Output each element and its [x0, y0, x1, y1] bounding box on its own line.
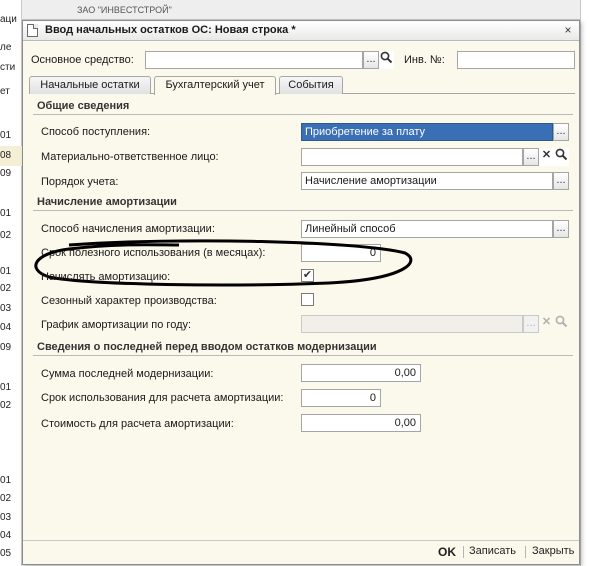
section-modernization-title: Сведения о последней перед вводом остатк…: [33, 340, 573, 356]
dialog-window: Ввод начальных остатков ОС: Новая строка…: [22, 20, 580, 565]
list-item: 01: [0, 475, 12, 486]
depreciation-schedule-select-button[interactable]: ...: [523, 315, 539, 333]
title-bar[interactable]: Ввод начальных остатков ОС: Новая строка…: [23, 21, 579, 41]
list-item: 01: [0, 130, 12, 141]
seasonal-production-label: Сезонный характер производства:: [41, 295, 217, 307]
inv-number-input[interactable]: [457, 51, 575, 69]
depreciation-schedule-label: График амортизации по году:: [41, 319, 192, 331]
receipt-method-field[interactable]: Приобретение за плату: [301, 123, 553, 141]
tab-initial-balances[interactable]: Начальные остатки: [29, 76, 151, 94]
depreciation-method-select-button[interactable]: ...: [553, 220, 569, 238]
magnifier-icon: [555, 148, 568, 161]
list-item: 02: [0, 400, 12, 411]
list-item: 01: [0, 382, 12, 393]
section-general-title: Общие сведения: [33, 99, 573, 115]
close-button[interactable]: Закрыть: [532, 545, 574, 557]
depreciation-cost-label: Стоимость для расчета амортизации:: [41, 418, 234, 430]
list-item: 05: [0, 548, 12, 559]
close-icon[interactable]: ×: [561, 23, 575, 37]
list-item: 02: [0, 493, 12, 504]
accounting-order-label: Порядок учета:: [41, 176, 119, 188]
charge-depreciation-label: Начислять амортизацию:: [41, 271, 171, 283]
list-item: 01: [0, 266, 12, 277]
list-item: сти: [0, 62, 16, 73]
usage-period-input[interactable]: 0: [301, 389, 381, 407]
receipt-method-label: Способ поступления:: [41, 126, 151, 138]
depreciation-schedule-field[interactable]: [301, 315, 523, 333]
magnifier-icon: [555, 315, 568, 328]
tab-accounting[interactable]: Бухгалтерский учет: [154, 76, 276, 95]
window-title: Ввод начальных остатков ОС: Новая строка…: [45, 24, 296, 36]
background-scroll-edge: [580, 0, 590, 566]
charge-depreciation-checkbox[interactable]: ✔: [301, 269, 314, 282]
depreciation-cost-input[interactable]: 0,00: [301, 414, 421, 432]
list-item: ет: [0, 86, 10, 97]
document-icon: [27, 24, 38, 37]
modernization-sum-input[interactable]: 0,00: [301, 364, 421, 382]
list-item: 03: [0, 303, 12, 314]
background-list: аци ле сти ет 01 08 09 01 02 01 02 03 04…: [0, 0, 22, 566]
responsible-person-open-button[interactable]: [554, 148, 569, 166]
list-item: 08: [0, 146, 22, 166]
footer-separator: [463, 546, 464, 558]
seasonal-production-checkbox[interactable]: [301, 293, 314, 306]
usage-period-label: Срок использования для расчета амортизац…: [41, 392, 284, 404]
inv-number-label: Инв. №:: [404, 54, 445, 66]
list-item: 02: [0, 230, 12, 241]
list-item: 09: [0, 342, 12, 353]
asset-label: Основное средство:: [31, 54, 134, 66]
asset-input[interactable]: [145, 51, 363, 69]
asset-select-button[interactable]: ...: [363, 51, 379, 69]
responsible-person-label: Материально-ответственное лицо:: [41, 151, 219, 163]
list-item: аци: [0, 14, 17, 25]
accounting-order-field[interactable]: Начисление амортизации: [301, 172, 553, 190]
list-item: 03: [0, 512, 12, 523]
clear-icon[interactable]: ✕: [539, 315, 554, 333]
receipt-method-select-button[interactable]: ...: [553, 123, 569, 141]
footer-separator: [525, 546, 526, 558]
list-item: 01: [0, 208, 12, 219]
save-button[interactable]: Записать: [469, 545, 516, 557]
depreciation-method-field[interactable]: Линейный способ: [301, 220, 553, 238]
clear-icon[interactable]: ✕: [539, 148, 554, 166]
useful-life-label: Срок полезного использования (в месяцах)…: [41, 247, 266, 259]
depreciation-method-label: Способ начисления амортизации:: [41, 223, 215, 235]
responsible-person-select-button[interactable]: ...: [523, 148, 539, 166]
section-depreciation-title: Начисление амортизации: [33, 195, 573, 211]
list-item: 04: [0, 322, 12, 333]
magnifier-icon: [380, 51, 393, 64]
footer-divider: [23, 540, 579, 541]
depreciation-schedule-open-button[interactable]: [554, 315, 569, 333]
background-header: ЗАО "ИНВЕСТСТРОЙ": [22, 0, 580, 20]
tab-events[interactable]: События: [279, 76, 343, 94]
list-item: 09: [0, 168, 12, 179]
background-org-name: ЗАО "ИНВЕСТСТРОЙ": [77, 5, 172, 15]
useful-life-input[interactable]: 0: [301, 244, 381, 262]
list-item: ле: [0, 42, 12, 53]
list-item: 02: [0, 283, 12, 294]
accounting-order-select-button[interactable]: ...: [553, 172, 569, 190]
modernization-sum-label: Сумма последней модернизации:: [41, 368, 214, 380]
responsible-person-field[interactable]: [301, 148, 523, 166]
asset-open-button[interactable]: [379, 51, 394, 69]
list-item: 04: [0, 530, 12, 541]
ok-button[interactable]: OK: [438, 545, 456, 559]
